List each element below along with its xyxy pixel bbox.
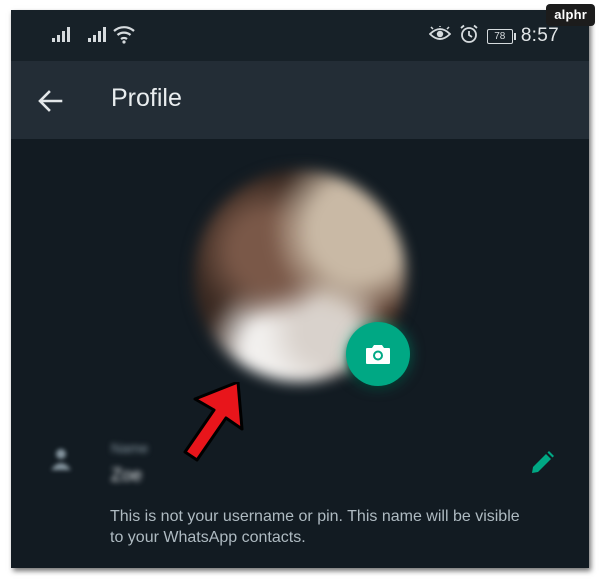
phone-screen: 78 8:57 Profile Name Zoe This is not you… <box>11 10 589 568</box>
signal-icon <box>52 26 72 42</box>
eye-comfort-icon <box>428 24 452 47</box>
status-time: 8:57 <box>520 25 559 46</box>
pencil-icon <box>532 451 554 473</box>
name-label: Name <box>111 440 149 456</box>
person-icon <box>51 449 71 470</box>
back-button[interactable] <box>35 85 67 117</box>
status-bar: 78 8:57 <box>11 10 589 61</box>
watermark-logo: alphr <box>546 4 595 26</box>
name-help-text: This is not your username or pin. This n… <box>110 508 520 546</box>
signal-icon <box>88 26 108 42</box>
change-photo-button[interactable] <box>346 322 410 386</box>
battery-icon: 78 <box>486 28 516 44</box>
arrow-left-icon <box>38 90 63 112</box>
alarm-icon <box>459 24 479 49</box>
name-value: Zoe <box>111 465 143 485</box>
app-bar: Profile <box>11 61 589 139</box>
wifi-icon <box>112 24 136 44</box>
page-title: Profile <box>111 84 182 112</box>
red-arrow-annotation <box>183 382 244 462</box>
edit-name-button[interactable] <box>529 450 555 476</box>
camera-icon <box>366 345 390 364</box>
